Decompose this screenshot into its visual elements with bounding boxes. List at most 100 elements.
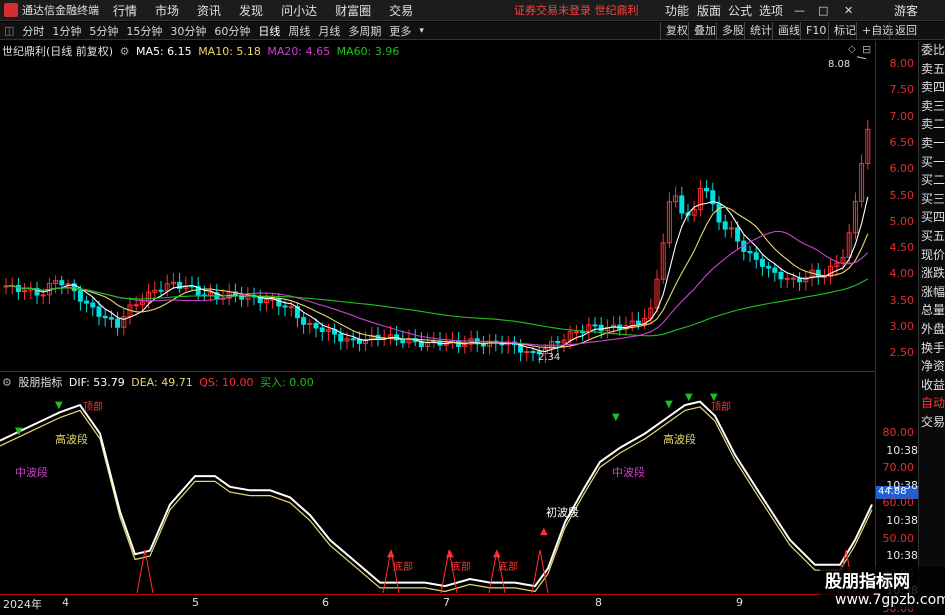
candle-body: [96, 306, 102, 317]
wave-label-mid-1: 中波段: [15, 466, 48, 479]
side-tab-20[interactable]: 交易: [919, 413, 945, 432]
period-tab-daily[interactable]: 日线: [254, 23, 284, 39]
indicator-chart[interactable]: ▼ ▼ ▼ ▼ ▼ ▼ ▲ ▲ ▲ ▲ ⚙ 股朋指标 DIF: 53.79 DEA: 49.71 …: [0, 372, 875, 594]
side-tab-7[interactable]: 买二: [919, 171, 945, 190]
maximize-icon[interactable]: □: [818, 4, 828, 17]
back-button[interactable]: 返回: [889, 22, 922, 40]
menu-quotes[interactable]: 行情: [113, 2, 137, 19]
candle-body: [784, 277, 790, 280]
date-label: 7: [443, 596, 450, 609]
period-tab-more[interactable]: 更多: [385, 23, 415, 39]
period-tab-60min[interactable]: 60分钟: [210, 23, 254, 39]
candle-body: [102, 315, 108, 319]
more-chevron-down-icon[interactable]: ▾: [415, 26, 428, 36]
side-tab-17[interactable]: 净资: [919, 357, 945, 376]
dif-value: DIF: 53.79: [68, 376, 125, 389]
side-tab-16[interactable]: 换手: [919, 339, 945, 358]
side-tab-13[interactable]: 涨幅: [919, 283, 945, 302]
side-tab-18[interactable]: 收益: [919, 376, 945, 395]
period-tab-multi[interactable]: 多周期: [344, 23, 385, 39]
candle-body: [716, 203, 722, 223]
stock-name-label: 世纪鼎利(日线 前复权): [2, 45, 114, 58]
period-tab-30min[interactable]: 30分钟: [166, 23, 210, 39]
qs-value: QS: 10.00: [199, 376, 254, 389]
quote-side-panel: 委比 卖五 卖四 卖三 卖二 卖一 买一 买二 买三 买四 买五 现价 涨跌 涨幅 总量 外盘 换手 净资 收益 自动…: [918, 41, 945, 609]
down-arrow-icon: ▼: [612, 412, 620, 423]
side-tab-12[interactable]: 涨跌: [919, 264, 945, 283]
menu-options[interactable]: 选项: [759, 2, 783, 19]
side-tab-3[interactable]: 卖三: [919, 97, 945, 116]
candle-body: [598, 324, 604, 332]
menu-wealth[interactable]: 财富圈: [335, 2, 371, 19]
indicator-settings-icon[interactable]: ⚙: [2, 376, 12, 389]
side-tab-6[interactable]: 买一: [919, 153, 945, 172]
ma60-value: MA60: 3.96: [336, 45, 400, 58]
f10-button[interactable]: F10: [800, 22, 831, 40]
candle-body: [313, 322, 319, 329]
side-tab-14[interactable]: 总量: [919, 301, 945, 320]
close-icon[interactable]: ✕: [844, 4, 853, 17]
side-tab-2[interactable]: 卖四: [919, 78, 945, 97]
date-label: 2024年: [3, 598, 42, 611]
candlestick-chart[interactable]: 世纪鼎利(日线 前复权) ⚙ MA5: 6.15 MA10: 5.18 MA20…: [0, 41, 875, 371]
period-tab-timeshare[interactable]: 分时: [18, 23, 48, 39]
side-tab-5[interactable]: 卖一: [919, 134, 945, 153]
candle-body: [592, 324, 598, 327]
price-tick: 6.00: [889, 162, 915, 176]
watermark-url: www.7gpzb.com: [835, 592, 945, 608]
side-tab-0[interactable]: 委比: [919, 41, 945, 60]
candle-body: [555, 340, 561, 344]
price-tick: 3.00: [889, 320, 915, 333]
candle-body: [679, 195, 685, 214]
candle-body: [307, 322, 313, 325]
indicator-name: 股朋指标: [18, 376, 63, 389]
candle-body: [747, 250, 753, 254]
chart-diamond-icon[interactable]: ◇: [848, 44, 856, 55]
minimize-icon[interactable]: —: [794, 4, 805, 17]
up-arrow-icon: ▲: [540, 526, 548, 537]
toolbar-collapse-icon[interactable]: ◫: [0, 24, 18, 37]
side-tab-8[interactable]: 买三: [919, 190, 945, 209]
low-price-label: 2.34: [538, 352, 561, 363]
period-tab-1min[interactable]: 1分钟: [48, 23, 85, 39]
price-tick: 4.50: [889, 241, 915, 255]
menu-ask[interactable]: 问小达: [281, 2, 317, 19]
down-arrow-icon: ▼: [15, 426, 23, 437]
down-arrow-icon: ▼: [55, 400, 63, 411]
price-tick: 7.50: [889, 83, 915, 97]
candle-body: [77, 290, 83, 302]
period-tab-monthly[interactable]: 月线: [314, 23, 344, 39]
period-tab-weekly[interactable]: 周线: [284, 23, 314, 39]
candle-body: [65, 283, 71, 286]
settings-icon[interactable]: ⚙: [120, 45, 130, 58]
side-tab-1[interactable]: 卖五: [919, 60, 945, 79]
chart-expand-icon[interactable]: ⊟: [862, 43, 871, 56]
dea-value: DEA: 49.71: [131, 376, 193, 389]
menu-layout[interactable]: 版面: [697, 2, 721, 19]
guest-label[interactable]: 游客: [894, 2, 918, 19]
side-tab-15[interactable]: 外盘: [919, 320, 945, 339]
menu-market[interactable]: 市场: [155, 2, 179, 19]
side-tab-10[interactable]: 买五: [919, 227, 945, 246]
menu-news[interactable]: 资讯: [197, 2, 221, 19]
candle-body: [790, 277, 796, 280]
buy-value: 买入: 0.00: [260, 376, 314, 389]
side-tab-19[interactable]: 自动: [919, 394, 945, 413]
side-tab-4[interactable]: 卖二: [919, 115, 945, 134]
price-tick: 5.50: [889, 188, 915, 202]
menu-trade[interactable]: 交易: [389, 2, 413, 19]
menu-formula[interactable]: 公式: [728, 2, 752, 19]
side-tab-11[interactable]: 现价: [919, 246, 945, 265]
side-tab-9[interactable]: 买四: [919, 208, 945, 227]
ma5-value: MA5: 6.15: [135, 45, 192, 58]
menu-discover[interactable]: 发现: [239, 2, 263, 19]
indicator-tick: 60.00: [882, 496, 915, 510]
candle-body: [338, 333, 344, 342]
down-arrow-icon: ▼: [665, 399, 673, 410]
candle-body: [753, 252, 759, 260]
menu-function[interactable]: 功能: [665, 2, 689, 19]
period-tab-15min[interactable]: 15分钟: [122, 23, 166, 39]
down-arrow-icon: ▼: [685, 392, 693, 403]
period-tab-5min[interactable]: 5分钟: [85, 23, 122, 39]
candle-body: [759, 258, 765, 267]
